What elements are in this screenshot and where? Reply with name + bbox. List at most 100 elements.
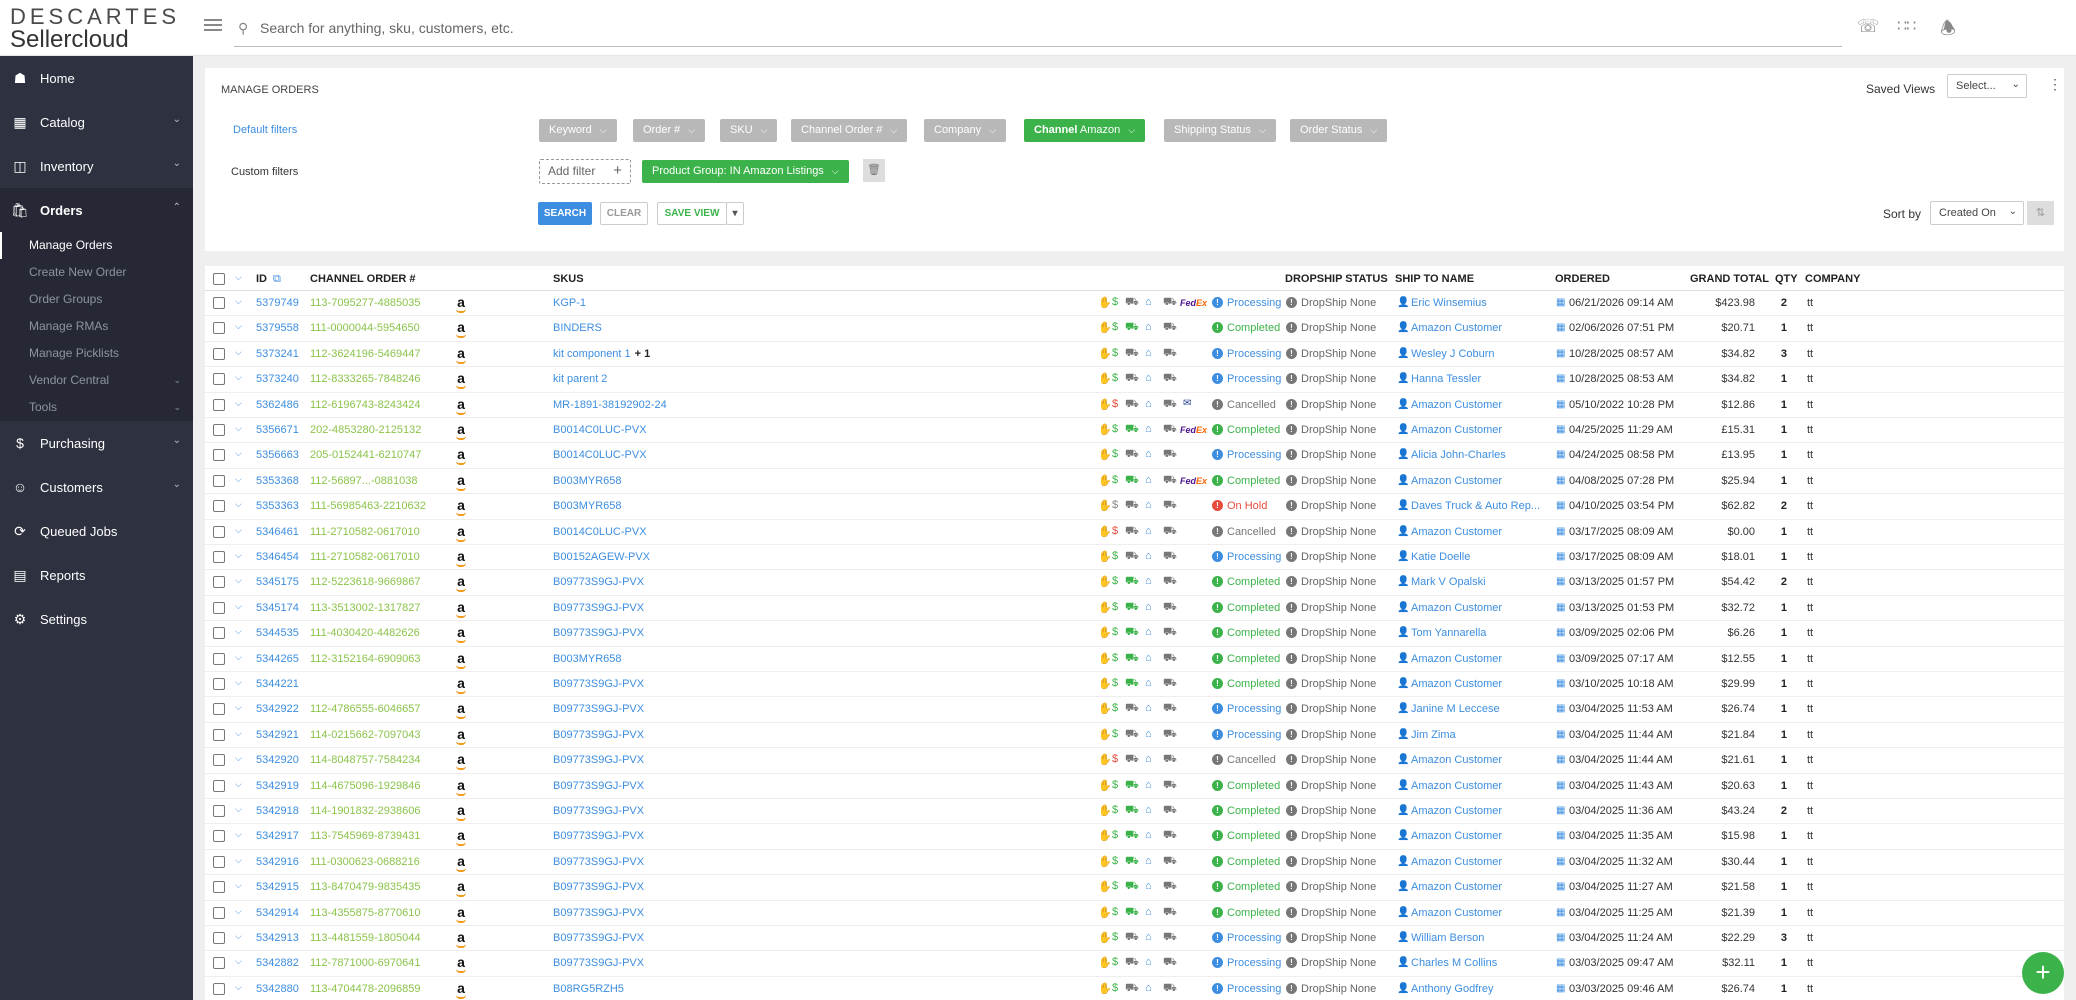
sidebar-subitem-manage-orders[interactable]: Manage Orders <box>0 232 193 259</box>
search-input[interactable] <box>260 20 1760 36</box>
row-checkbox[interactable] <box>213 398 225 411</box>
order-id-link[interactable]: 5342921 <box>256 729 299 742</box>
row-checkbox[interactable] <box>213 601 225 614</box>
filter-channel[interactable]: Channel Amazon ⌵ <box>1024 119 1146 142</box>
expand-row-icon[interactable]: ⌵ <box>235 423 242 434</box>
row-checkbox[interactable] <box>213 322 225 335</box>
sku-link[interactable]: B09773S9GJ-PVX <box>553 602 644 615</box>
sidebar-subitem-manage-picklists[interactable]: Manage Picklists <box>0 340 193 367</box>
expand-row-icon[interactable]: ⌵ <box>235 956 242 967</box>
order-id-link[interactable]: 5342919 <box>256 780 299 793</box>
ship-to-name-link[interactable]: Amazon Customer <box>1411 907 1502 920</box>
order-id-link[interactable]: 5379749 <box>256 297 299 310</box>
filter-order-number[interactable]: Order # ⌵ <box>633 119 706 142</box>
row-checkbox[interactable] <box>213 500 225 513</box>
logo[interactable]: DESCARTES Sellercloud <box>10 6 190 52</box>
row-checkbox[interactable] <box>213 982 225 995</box>
expand-row-icon[interactable]: ⌵ <box>235 779 242 790</box>
trash-icon[interactable]: 🗑 <box>863 159 885 182</box>
order-id-link[interactable]: 5344221 <box>256 678 299 691</box>
expand-row-icon[interactable]: ⌵ <box>235 982 242 993</box>
expand-row-icon[interactable]: ⌵ <box>235 321 242 332</box>
row-checkbox[interactable] <box>213 347 225 360</box>
ship-to-name-link[interactable]: Amazon Customer <box>1411 754 1502 767</box>
row-checkbox[interactable] <box>213 627 225 640</box>
save-view-button[interactable]: SAVE VIEW <box>657 202 727 225</box>
row-checkbox[interactable] <box>213 805 225 817</box>
expand-row-icon[interactable]: ⌵ <box>235 880 242 891</box>
row-checkbox[interactable] <box>213 576 225 589</box>
expand-row-icon[interactable]: ⌵ <box>235 677 242 688</box>
order-id-link[interactable]: 5342920 <box>256 754 299 767</box>
ship-to-name-link[interactable]: Amazon Customer <box>1411 399 1502 412</box>
row-checkbox[interactable] <box>213 881 225 894</box>
ship-to-name-link[interactable]: Amazon Customer <box>1411 856 1502 869</box>
order-id-link[interactable]: 5346461 <box>256 526 299 539</box>
sku-link[interactable]: KGP-1 <box>553 297 586 310</box>
ship-to-name-link[interactable]: Amazon Customer <box>1411 678 1502 691</box>
sku-link[interactable]: kit parent 2 <box>553 373 607 386</box>
sku-link[interactable]: B09773S9GJ-PVX <box>553 881 644 894</box>
row-checkbox[interactable] <box>213 703 225 716</box>
column-header-ship-to-name[interactable]: SHIP TO NAME <box>1395 273 1474 285</box>
ship-to-name-link[interactable]: Amazon Customer <box>1411 805 1502 818</box>
expand-row-icon[interactable]: ⌵ <box>235 601 242 612</box>
order-id-link[interactable]: 5342913 <box>256 932 299 945</box>
order-id-link[interactable]: 5342880 <box>256 983 299 996</box>
default-filters-label[interactable]: Default filters <box>233 124 297 136</box>
row-checkbox[interactable] <box>213 754 225 767</box>
sku-link[interactable]: B003MYR658 <box>553 653 622 666</box>
select-all-checkbox[interactable] <box>213 273 225 285</box>
order-id-link[interactable]: 5342922 <box>256 703 299 716</box>
ship-to-name-link[interactable]: Amazon Customer <box>1411 780 1502 793</box>
column-header-ordered[interactable]: ORDERED <box>1555 273 1610 285</box>
ship-to-name-link[interactable]: Amazon Customer <box>1411 881 1502 894</box>
filter-sku[interactable]: SKU ⌵ <box>720 119 778 142</box>
order-id-link[interactable]: 5342918 <box>256 805 299 818</box>
sidebar-item-home[interactable]: ☗ Home <box>0 56 193 100</box>
sku-link[interactable]: B0014C0LUC-PVX <box>553 424 647 437</box>
sku-link[interactable]: B09773S9GJ-PVX <box>553 830 644 843</box>
ship-to-name-link[interactable]: Anthony Godfrey <box>1411 983 1494 996</box>
sku-link[interactable]: BINDERS <box>553 322 602 335</box>
row-checkbox[interactable] <box>213 474 225 487</box>
sku-link[interactable]: B09773S9GJ-PVX <box>553 703 644 716</box>
filter-shipping-status[interactable]: Shipping Status ⌵ <box>1164 119 1276 142</box>
expand-row-icon[interactable]: ⌵ <box>235 652 242 663</box>
expand-row-icon[interactable]: ⌵ <box>235 702 242 713</box>
expand-row-icon[interactable]: ⌵ <box>235 855 242 866</box>
row-checkbox[interactable] <box>213 449 225 462</box>
filter-keyword[interactable]: Keyword ⌵ <box>539 119 617 142</box>
order-id-link[interactable]: 5353368 <box>256 475 299 488</box>
expand-row-icon[interactable]: ⌵ <box>235 448 242 459</box>
order-id-link[interactable]: 5373240 <box>256 373 299 386</box>
expand-row-icon[interactable]: ⌵ <box>235 626 242 637</box>
sku-link[interactable]: MR-1891-38192902-24 <box>553 399 667 412</box>
bell-icon[interactable]: 🕭 <box>1940 16 1956 46</box>
column-header-id[interactable]: ID <box>256 273 267 285</box>
row-checkbox[interactable] <box>213 779 225 792</box>
order-id-link[interactable]: 5379558 <box>256 322 299 335</box>
order-id-link[interactable]: 5344265 <box>256 653 299 666</box>
sidebar-item-orders[interactable]: 🛍 Orders ⌃ <box>0 188 193 232</box>
row-checkbox[interactable] <box>213 906 225 919</box>
row-checkbox[interactable] <box>213 678 225 690</box>
row-checkbox[interactable] <box>213 957 225 970</box>
sku-link[interactable]: B09773S9GJ-PVX <box>553 576 644 589</box>
expand-row-icon[interactable]: ⌵ <box>235 525 242 536</box>
sort-by-select[interactable]: Created On ⌄ <box>1930 201 2024 225</box>
sidebar-item-inventory[interactable]: ◫ Inventory ⌄ <box>0 144 193 188</box>
sku-link[interactable]: B09773S9GJ-PVX <box>553 678 644 691</box>
ship-to-name-link[interactable]: Jim Zima <box>1411 729 1456 742</box>
order-id-link[interactable]: 5373241 <box>256 348 299 361</box>
expand-row-icon[interactable]: ⌵ <box>235 550 242 561</box>
order-id-link[interactable]: 5342916 <box>256 856 299 869</box>
sku-link[interactable]: B0014C0LUC-PVX <box>553 526 647 539</box>
sidebar-subitem-tools[interactable]: Tools ⌄ <box>0 394 193 421</box>
ship-to-name-link[interactable]: Charles M Collins <box>1411 957 1497 970</box>
sidebar-item-catalog[interactable]: ▦ Catalog ⌄ <box>0 100 193 144</box>
ship-to-name-link[interactable]: Amazon Customer <box>1411 424 1502 437</box>
column-header-qty[interactable]: QTY <box>1775 273 1798 285</box>
sidebar-item-customers[interactable]: ☺ Customers ⌄ <box>0 465 193 509</box>
saved-views-select[interactable]: Select... ⌄ <box>1947 74 2027 98</box>
